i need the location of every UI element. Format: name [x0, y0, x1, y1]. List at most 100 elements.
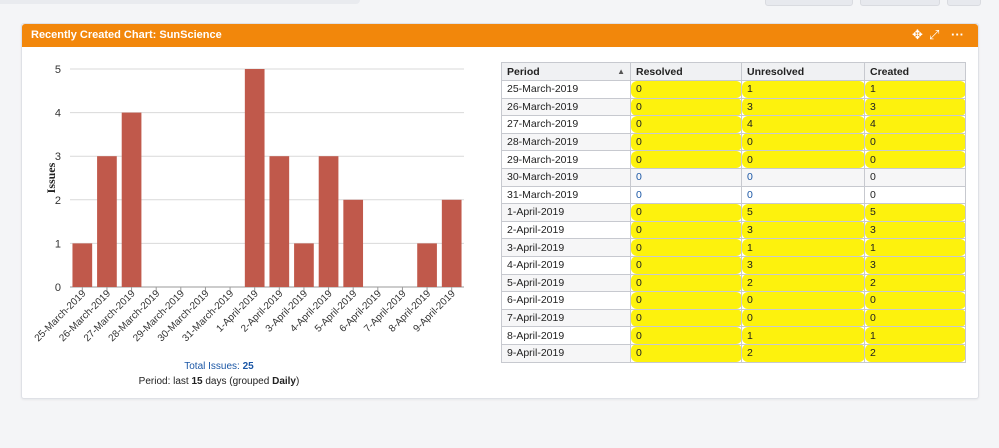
created-cell[interactable]: 0 [864, 167, 966, 187]
unresolved-cell[interactable]: 2 [741, 273, 865, 293]
period-cell-value: 29-March-2019 [507, 153, 579, 166]
total-issues-value[interactable]: 25 [243, 361, 254, 372]
column-header-created[interactable]: Created [864, 62, 966, 81]
resolved-cell-value: 0 [636, 312, 642, 325]
bar[interactable] [318, 156, 339, 287]
bar[interactable] [244, 69, 265, 287]
created-cell[interactable]: 2 [864, 273, 966, 293]
resolved-cell[interactable]: 0 [630, 238, 742, 257]
created-cell[interactable]: 0 [864, 308, 966, 328]
unresolved-cell[interactable]: 1 [741, 80, 865, 99]
resolved-cell[interactable]: 0 [630, 185, 742, 205]
unresolved-cell[interactable]: 3 [741, 255, 865, 275]
created-cell[interactable]: 3 [864, 97, 966, 117]
unresolved-cell[interactable]: 0 [741, 185, 865, 205]
top-button-2[interactable] [860, 0, 940, 6]
resolved-cell[interactable]: 0 [630, 291, 742, 310]
created-cell[interactable]: 5 [864, 203, 966, 222]
resolved-cell[interactable]: 0 [630, 203, 742, 222]
unresolved-cell-value: 5 [747, 206, 753, 219]
bar[interactable] [269, 156, 290, 287]
unresolved-cell[interactable]: 0 [741, 291, 865, 310]
created-cell-value: 0 [870, 294, 876, 307]
collapse-icon[interactable]: ⤢ [929, 27, 939, 43]
resolved-cell[interactable]: 0 [630, 80, 742, 99]
bar[interactable] [72, 243, 93, 287]
sort-ascending-icon[interactable]: ▲ [617, 64, 625, 80]
column-header-unresolved[interactable]: Unresolved [741, 62, 865, 81]
bar[interactable] [97, 156, 117, 287]
resolved-cell[interactable]: 0 [630, 115, 742, 134]
bar[interactable] [294, 243, 314, 287]
resolved-cell-value: 0 [636, 329, 642, 342]
column-header-period[interactable]: Period ▲ [501, 62, 631, 81]
unresolved-cell-value: 3 [747, 224, 753, 237]
table-row: 25-March-2019 0 1 1 [501, 80, 966, 99]
created-cell[interactable]: 1 [864, 238, 966, 257]
resolved-cell[interactable]: 0 [630, 167, 742, 187]
resolved-cell-value: 0 [636, 100, 642, 113]
bar-chart: 012345Issues25-March-201926-March-201927… [33, 64, 464, 344]
resolved-cell[interactable]: 0 [630, 308, 742, 328]
period-cell-value: 5-April-2019 [507, 276, 565, 289]
created-cell-value: 5 [870, 206, 876, 219]
bar[interactable] [121, 112, 142, 287]
created-cell[interactable]: 0 [864, 291, 966, 310]
more-icon[interactable]: ··· [951, 27, 964, 43]
unresolved-cell-value: 0 [747, 171, 753, 184]
y-tick-label: 1 [55, 238, 61, 250]
dashboard-title-bar [0, 0, 360, 4]
resolved-cell-value: 0 [636, 136, 642, 149]
unresolved-cell[interactable]: 5 [741, 203, 865, 222]
resolved-cell[interactable]: 0 [630, 220, 742, 240]
period-cell-value: 6-April-2019 [507, 294, 565, 307]
unresolved-cell[interactable]: 4 [741, 115, 865, 134]
column-header-resolved[interactable]: Resolved [630, 62, 742, 81]
period-cell-value: 2-April-2019 [507, 224, 565, 237]
bar[interactable] [441, 199, 462, 287]
unresolved-cell-value: 2 [747, 276, 753, 289]
unresolved-cell[interactable]: 2 [741, 343, 865, 363]
unresolved-cell[interactable]: 3 [741, 220, 865, 240]
created-cell[interactable]: 1 [864, 80, 966, 99]
created-cell-value: 1 [870, 329, 876, 342]
created-cell[interactable]: 0 [864, 185, 966, 205]
unresolved-cell[interactable]: 1 [741, 238, 865, 257]
resolved-cell-value: 0 [636, 347, 642, 360]
bar[interactable] [417, 243, 437, 287]
top-button-1[interactable] [765, 0, 853, 6]
bar[interactable] [343, 199, 364, 287]
period-cell: 28-March-2019 [501, 132, 631, 152]
created-cell[interactable]: 0 [864, 132, 966, 152]
resolved-cell-value: 0 [636, 294, 642, 307]
move-icon[interactable]: ✥ [912, 27, 923, 43]
created-cell[interactable]: 3 [864, 255, 966, 275]
period-line: Period: last 15 days (grouped Daily) [22, 376, 416, 387]
unresolved-cell[interactable]: 0 [741, 150, 865, 169]
resolved-cell[interactable]: 0 [630, 273, 742, 293]
resolved-cell[interactable]: 0 [630, 326, 742, 345]
total-issues-label[interactable]: Total Issues: [184, 361, 240, 372]
period-cell-value: 3-April-2019 [507, 241, 565, 254]
created-cell[interactable]: 3 [864, 220, 966, 240]
top-button-3[interactable] [947, 0, 981, 6]
total-issues-line: Total Issues: 25 [22, 361, 416, 372]
resolved-cell[interactable]: 0 [630, 97, 742, 117]
resolved-cell[interactable]: 0 [630, 132, 742, 152]
unresolved-cell-value: 0 [747, 312, 753, 325]
created-cell[interactable]: 4 [864, 115, 966, 134]
period-cell-value: 27-March-2019 [507, 118, 579, 131]
unresolved-cell[interactable]: 0 [741, 308, 865, 328]
resolved-cell[interactable]: 0 [630, 343, 742, 363]
unresolved-cell[interactable]: 1 [741, 326, 865, 345]
created-cell-value: 0 [870, 312, 876, 325]
resolved-cell[interactable]: 0 [630, 150, 742, 169]
unresolved-cell[interactable]: 3 [741, 97, 865, 117]
unresolved-cell[interactable]: 0 [741, 132, 865, 152]
created-cell[interactable]: 1 [864, 326, 966, 345]
period-cell-value: 28-March-2019 [507, 136, 579, 149]
resolved-cell[interactable]: 0 [630, 255, 742, 275]
created-cell[interactable]: 0 [864, 150, 966, 169]
unresolved-cell[interactable]: 0 [741, 167, 865, 187]
created-cell[interactable]: 2 [864, 343, 966, 363]
